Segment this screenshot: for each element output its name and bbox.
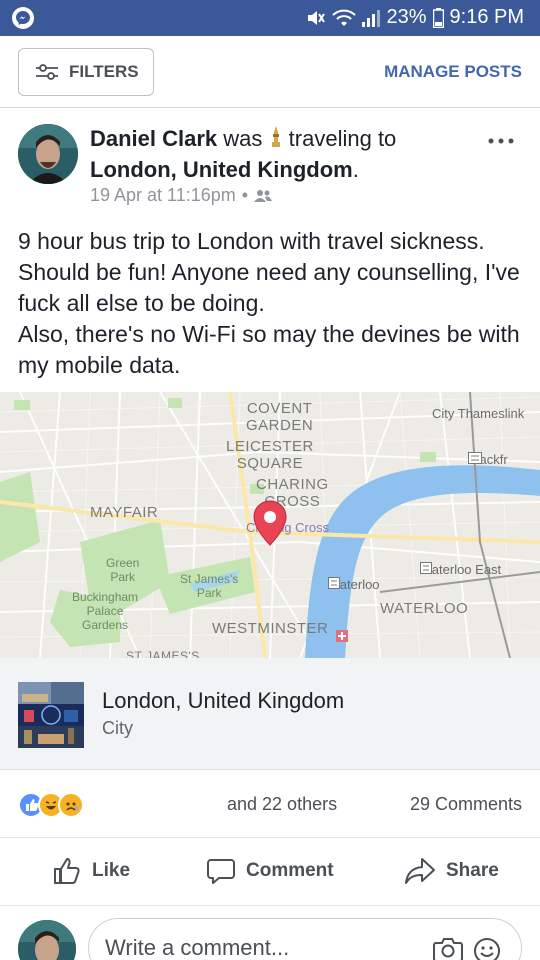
share-arrow-icon — [405, 858, 435, 884]
location-map[interactable]: COVENT GARDEN LEICESTER SQUARE CHARING C… — [0, 392, 540, 658]
sad-reaction-icon — [58, 792, 84, 818]
post-headline: Daniel Clark was traveling to London, Un… — [90, 124, 480, 184]
post-actions: Like Comment Share — [0, 838, 540, 906]
sliders-icon — [36, 64, 58, 80]
more-dots-icon — [488, 138, 514, 144]
traveling-icon — [269, 126, 283, 155]
map-station-city-thameslink: City Thameslink — [432, 406, 525, 421]
map-station-blackfriars: Blackfr — [468, 452, 508, 467]
author-name[interactable]: Daniel Clark — [90, 126, 217, 151]
signal-icon — [362, 9, 381, 27]
meta-separator: • — [241, 185, 249, 205]
camera-icon[interactable] — [433, 937, 463, 960]
map-label-westminster: WESTMINSTER — [212, 620, 329, 637]
posts-toolbar: FILTERS MANAGE POSTS — [0, 36, 540, 108]
comment-input[interactable] — [105, 935, 405, 960]
map-park-buckingham: Buckingham Palace Gardens — [72, 590, 139, 632]
share-button[interactable]: Share — [404, 856, 499, 886]
manage-posts-button[interactable]: MANAGE POSTS — [384, 62, 522, 82]
map-park-st-james: St James's Park — [180, 572, 239, 600]
reaction-names[interactable]: and 22 others — [227, 794, 337, 815]
post-meta: 19 Apr at 11:16pm • — [90, 185, 273, 206]
destination-link[interactable]: London, United Kingdom — [90, 157, 353, 182]
comment-composer — [0, 906, 540, 960]
post-timestamp[interactable]: 19 Apr at 11:16pm — [90, 185, 236, 206]
comment-box[interactable] — [88, 918, 522, 960]
post-options-button[interactable] — [488, 126, 514, 146]
wifi-icon — [332, 9, 357, 26]
activity-text: traveling to — [288, 126, 397, 151]
share-label: Share — [446, 860, 499, 881]
place-card[interactable]: London, United Kingdom City — [0, 658, 540, 770]
map-label-waterloo: WATERLOO — [380, 600, 469, 617]
map-label-st-james: ST JAMES'S — [126, 649, 200, 658]
was-text: was — [223, 126, 263, 151]
status-bar: 23% 9:16 PM — [0, 0, 540, 36]
user-avatar[interactable] — [18, 920, 76, 960]
map-label-covent-garden: COVENT GARDEN — [246, 400, 314, 434]
map-label-mayfair: MAYFAIR — [90, 504, 159, 521]
location-pin-icon — [253, 500, 287, 546]
place-name[interactable]: London, United Kingdom — [102, 688, 344, 714]
thumbs-up-icon — [54, 858, 80, 884]
reaction-icons — [18, 792, 84, 818]
headline-period: . — [352, 157, 359, 182]
friends-icon — [254, 189, 273, 202]
filters-button[interactable]: FILTERS — [18, 48, 154, 96]
comment-count[interactable]: 29 Comments — [410, 794, 522, 815]
rail-station-icon — [468, 452, 482, 464]
battery-level: 23% — [386, 6, 427, 28]
emoji-icon[interactable] — [473, 937, 501, 960]
clock: 9:16 PM — [449, 6, 524, 28]
filters-label: FILTERS — [69, 62, 139, 81]
map-park-green-park: Green Park — [106, 556, 140, 584]
place-type: City — [102, 718, 133, 738]
rail-station-icon — [328, 577, 340, 589]
post-body: 9 hour bus trip to London with travel si… — [18, 228, 520, 378]
author-avatar[interactable] — [18, 124, 78, 184]
messenger-icon — [12, 7, 34, 29]
comment-label: Comment — [246, 860, 334, 881]
battery-icon — [432, 7, 444, 28]
map-label-leicester-square: LEICESTER SQUARE — [226, 438, 314, 472]
post-header: Daniel Clark was traveling to London, Un… — [0, 108, 540, 220]
map-station-waterloo: Waterloo — [328, 577, 380, 592]
place-thumbnail — [18, 682, 84, 748]
speech-bubble-icon — [207, 859, 235, 884]
mute-icon — [308, 10, 326, 25]
rail-station-icon — [420, 562, 432, 574]
map-station-waterloo-east: Waterloo East — [420, 562, 502, 577]
like-label: Like — [92, 860, 131, 881]
like-button[interactable]: Like — [52, 856, 130, 886]
reactions-bar[interactable]: and 22 others 29 Comments — [0, 770, 540, 838]
comment-button[interactable]: Comment — [206, 856, 334, 886]
